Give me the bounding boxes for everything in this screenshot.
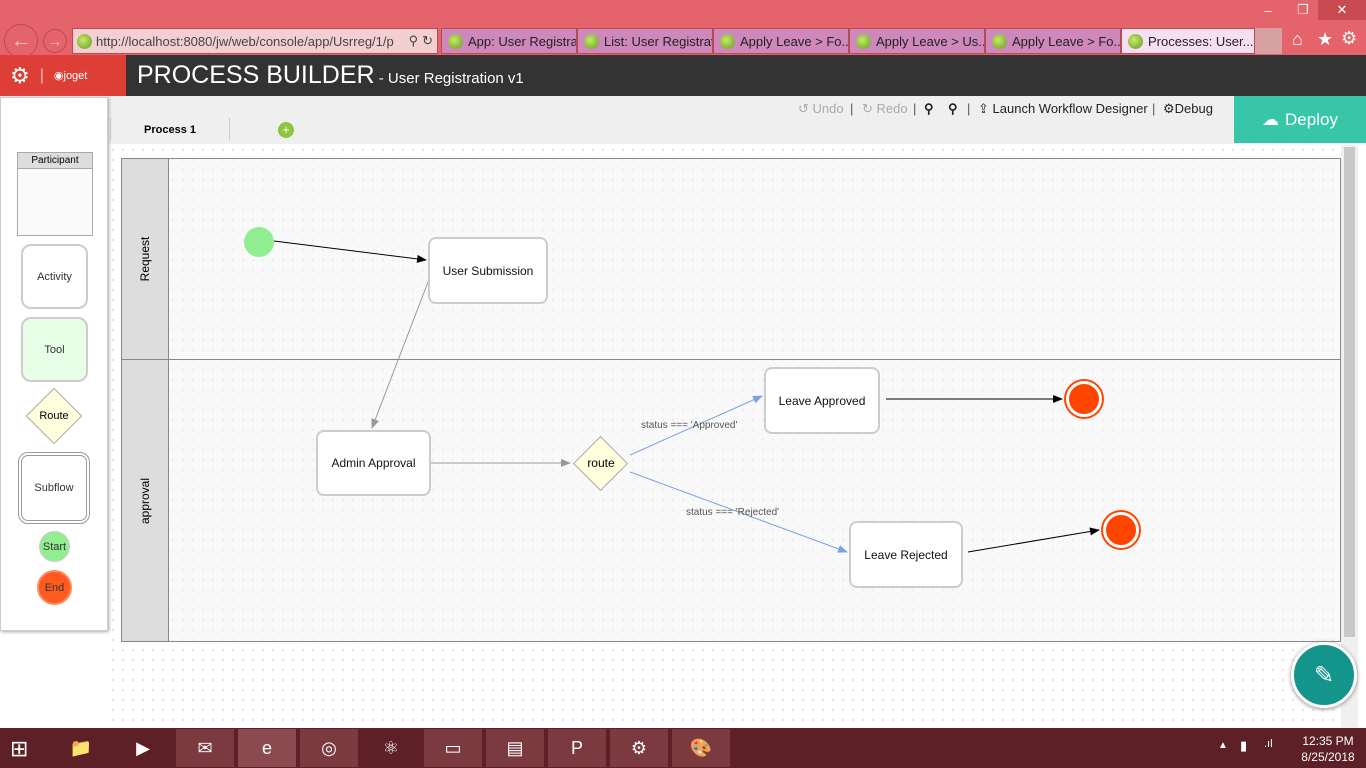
- show-hidden-icons[interactable]: ▲: [1218, 740, 1228, 751]
- thunderbird-icon[interactable]: ✉: [176, 729, 234, 767]
- command-prompt-icon[interactable]: ▭: [424, 729, 482, 767]
- condition-approved-label: status === 'Approved': [641, 420, 738, 431]
- condition-rejected-label: status === 'Rejected': [686, 507, 780, 518]
- transition-start[interactable]: [273, 240, 427, 263]
- battery-icon[interactable]: ▮: [1240, 738, 1247, 754]
- activity-leave-rejected[interactable]: Leave Rejected: [849, 521, 963, 588]
- route-label: route: [587, 456, 615, 470]
- clock[interactable]: 12:35 PM 8/25/2018: [1290, 733, 1366, 765]
- transition-submission-approval[interactable]: [371, 281, 429, 429]
- vertical-scrollbar[interactable]: [1341, 145, 1358, 728]
- file-explorer-icon[interactable]: 📁: [52, 729, 110, 767]
- activity-admin-approval[interactable]: Admin Approval: [316, 430, 431, 496]
- activity-user-submission[interactable]: User Submission: [428, 237, 548, 304]
- internet-explorer-icon[interactable]: e: [238, 729, 296, 767]
- signal-icon[interactable]: .ıl: [1264, 738, 1273, 750]
- palette-route-label: Route: [39, 410, 69, 422]
- paint-icon[interactable]: 🎨: [672, 729, 730, 767]
- palette-subflow[interactable]: Subflow: [18, 452, 90, 524]
- edit-pencil-button[interactable]: ✎: [1291, 642, 1357, 708]
- atom-icon[interactable]: ⚛: [362, 729, 420, 767]
- chrome-icon[interactable]: ◎: [300, 729, 358, 767]
- windows-start-icon[interactable]: ⊞: [10, 736, 28, 762]
- activity-leave-approved[interactable]: Leave Approved: [764, 367, 880, 434]
- settings-icon[interactable]: ⚙: [610, 729, 668, 767]
- presentation-icon[interactable]: P: [548, 729, 606, 767]
- notepad-icon[interactable]: ▤: [486, 729, 544, 767]
- palette-start[interactable]: Start: [39, 531, 70, 562]
- palette-end[interactable]: End: [37, 570, 72, 605]
- end-node[interactable]: [1103, 512, 1139, 548]
- palette-participant[interactable]: Participant: [17, 152, 93, 236]
- transitions: [273, 240, 1100, 553]
- start-node[interactable]: [244, 227, 274, 257]
- palette-tool[interactable]: Tool: [21, 317, 88, 382]
- end-node[interactable]: [1066, 381, 1102, 417]
- transition-rejected-end[interactable]: [967, 527, 1100, 553]
- palette-activity[interactable]: Activity: [21, 244, 88, 309]
- media-icon[interactable]: ▶: [114, 729, 172, 767]
